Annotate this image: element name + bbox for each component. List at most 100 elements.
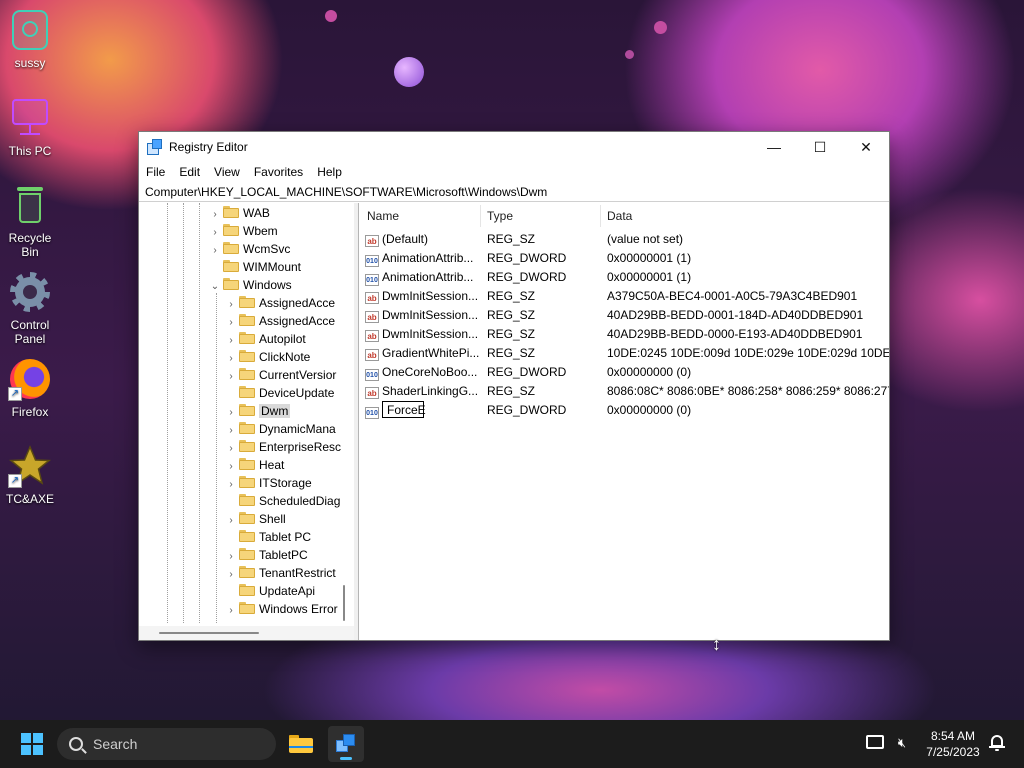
value-row[interactable]: ab DwmInitSession... — [365, 306, 478, 325]
taskbar-file-explorer[interactable] — [283, 726, 319, 762]
windows-logo-icon — [33, 733, 43, 743]
star-icon: ↗ — [8, 444, 52, 488]
desktop-icon-label: Firefox — [11, 405, 49, 419]
value-row[interactable]: ab GradientWhitePi... — [365, 344, 479, 363]
tree-item[interactable]: DeviceUpdate — [225, 384, 334, 402]
reg-sz-icon: ab — [365, 292, 379, 304]
value-row[interactable]: ab DwmInitSession... — [365, 325, 478, 344]
value-row[interactable]: 010 ForceE — [365, 401, 426, 420]
start-button[interactable] — [21, 733, 43, 755]
value-data: 10DE:0245 10DE:009d 10DE:029e 10DE:029d … — [607, 346, 889, 360]
value-row[interactable]: 010 OneCoreNoBoo... — [365, 363, 477, 382]
tree-item[interactable]: ScheduledDiag — [225, 492, 340, 510]
column-separator[interactable] — [600, 205, 601, 227]
tree-item[interactable]: › Shell — [225, 510, 286, 528]
taskbar-search-box[interactable]: Search — [57, 728, 276, 760]
menu-help[interactable]: Help — [310, 163, 349, 181]
value-type: REG_SZ — [487, 327, 536, 341]
value-row[interactable]: 010 AnimationAttrib... — [365, 249, 473, 268]
tree-item[interactable]: › Wbem — [209, 222, 278, 240]
search-placeholder: Search — [93, 736, 138, 752]
menu-edit[interactable]: Edit — [172, 163, 207, 181]
value-row[interactable]: 010 AnimationAttrib... — [365, 268, 473, 287]
column-header-name[interactable]: Name — [367, 209, 399, 223]
desktop-icon-tc-axe[interactable]: ↗ TC&AXE — [4, 444, 56, 506]
tree-item[interactable]: › Autopilot — [225, 330, 306, 348]
expand-chevron-icon[interactable]: › — [225, 602, 237, 620]
value-name: DwmInitSession... — [382, 308, 479, 322]
value-row[interactable]: ab ShaderLinkingG... — [365, 382, 478, 401]
tree-item[interactable]: › Dwm — [225, 402, 291, 420]
menu-view[interactable]: View — [207, 163, 247, 181]
tree-item[interactable]: WIMMount — [209, 258, 301, 276]
tree-vertical-scrollbar[interactable] — [343, 585, 345, 621]
registry-key-tree[interactable]: › WAB › Wbem › WcmSvc WIMMount ⌄ Windows › Assigne… — [139, 203, 355, 640]
value-row[interactable]: ab (Default) — [365, 230, 428, 249]
desktop-icon-control-panel[interactable]: Control Panel — [4, 270, 56, 346]
desktop-icon-firefox[interactable]: ↗ Firefox — [4, 357, 56, 419]
value-type: REG_SZ — [487, 289, 536, 303]
tree-item[interactable]: ⌄ Windows — [209, 276, 292, 294]
collapse-chevron-icon[interactable]: ⌄ — [209, 278, 221, 296]
tree-item-label: AssignedAcce — [259, 314, 336, 328]
maximize-button[interactable]: ☐ — [797, 132, 843, 162]
registry-values-list[interactable]: Name Type Data ab (Default) REG_SZ (value n… — [358, 203, 889, 640]
tree-item[interactable]: › AssignedAcce — [225, 294, 335, 312]
tree-item[interactable]: › Windows Error — [225, 600, 338, 618]
folder-icon — [223, 206, 239, 218]
folder-icon — [239, 530, 255, 542]
tree-item[interactable]: › AssignedAcce — [225, 312, 335, 330]
menu-favorites[interactable]: Favorites — [247, 163, 310, 181]
value-type: REG_SZ — [487, 308, 536, 322]
desktop-icon-recycle-bin[interactable]: Recycle Bin — [4, 183, 56, 259]
column-header-type[interactable]: Type — [487, 209, 513, 223]
minimize-button[interactable]: — — [751, 132, 797, 162]
reg-dword-icon: 010 — [365, 369, 379, 381]
tree-item[interactable]: › CurrentVersior — [225, 366, 336, 384]
tree-item[interactable]: › DynamicMana — [225, 420, 336, 438]
value-name: DwmInitSession... — [382, 327, 479, 341]
tree-item[interactable]: Tablet PC — [225, 528, 311, 546]
address-bar[interactable]: Computer\HKEY_LOCAL_MACHINE\SOFTWARE\Mic… — [139, 183, 889, 202]
tree-item[interactable]: UpdateApi — [225, 582, 315, 600]
menu-file[interactable]: File — [139, 163, 172, 181]
desktop-icon-sussy[interactable]: sussy — [4, 8, 56, 70]
tree-item-label: Autopilot — [259, 332, 306, 346]
rename-value-input[interactable]: ForceE — [382, 401, 426, 418]
column-separator[interactable] — [480, 205, 481, 227]
folder-icon — [239, 404, 255, 416]
taskbar-registry-editor[interactable] — [328, 726, 364, 762]
scrollbar-thumb[interactable] — [159, 632, 259, 634]
value-row[interactable]: ab DwmInitSession... — [365, 287, 478, 306]
folder-icon — [223, 242, 239, 254]
value-type: REG_DWORD — [487, 270, 567, 284]
user-folder-icon — [8, 8, 52, 52]
tree-item[interactable]: › EnterpriseResc — [225, 438, 341, 456]
desktop-icon-label: TC&AXE — [5, 492, 54, 506]
tree-item[interactable]: › ITStorage — [225, 474, 312, 492]
title-bar[interactable]: Registry Editor — ☐ ✕ — [139, 132, 889, 162]
close-button[interactable]: ✕ — [843, 132, 889, 162]
tree-item[interactable]: › Heat — [225, 456, 284, 474]
tree-item[interactable]: › TenantRestrict — [225, 564, 336, 582]
wallpaper-bubble — [325, 10, 337, 22]
tree-guide-line — [216, 293, 217, 623]
volume-muted-icon[interactable]: 🔇︎ — [892, 733, 912, 753]
column-header-data[interactable]: Data — [607, 209, 632, 223]
value-data: 40AD29BB-BEDD-0001-184D-AD40DDBED901 — [607, 308, 864, 322]
tree-item[interactable]: › WAB — [209, 204, 270, 222]
tree-horizontal-scrollbar[interactable] — [139, 626, 354, 640]
network-icon[interactable] — [866, 735, 884, 749]
notification-icon[interactable] — [989, 734, 1005, 752]
tree-item[interactable]: › WcmSvc — [209, 240, 290, 258]
desktop-icon-this-pc[interactable]: This PC — [4, 96, 56, 158]
tree-guide-line — [183, 203, 184, 623]
tree-item-label: UpdateApi — [259, 584, 316, 598]
tree-item[interactable]: › TabletPC — [225, 546, 308, 564]
system-clock[interactable]: 8:54 AM 7/25/2023 — [918, 728, 988, 760]
reg-dword-icon: 010 — [365, 407, 379, 419]
folder-icon — [239, 548, 255, 560]
tree-item[interactable]: › ClickNote — [225, 348, 310, 366]
reg-sz-icon: ab — [365, 311, 379, 323]
value-type: REG_SZ — [487, 346, 536, 360]
